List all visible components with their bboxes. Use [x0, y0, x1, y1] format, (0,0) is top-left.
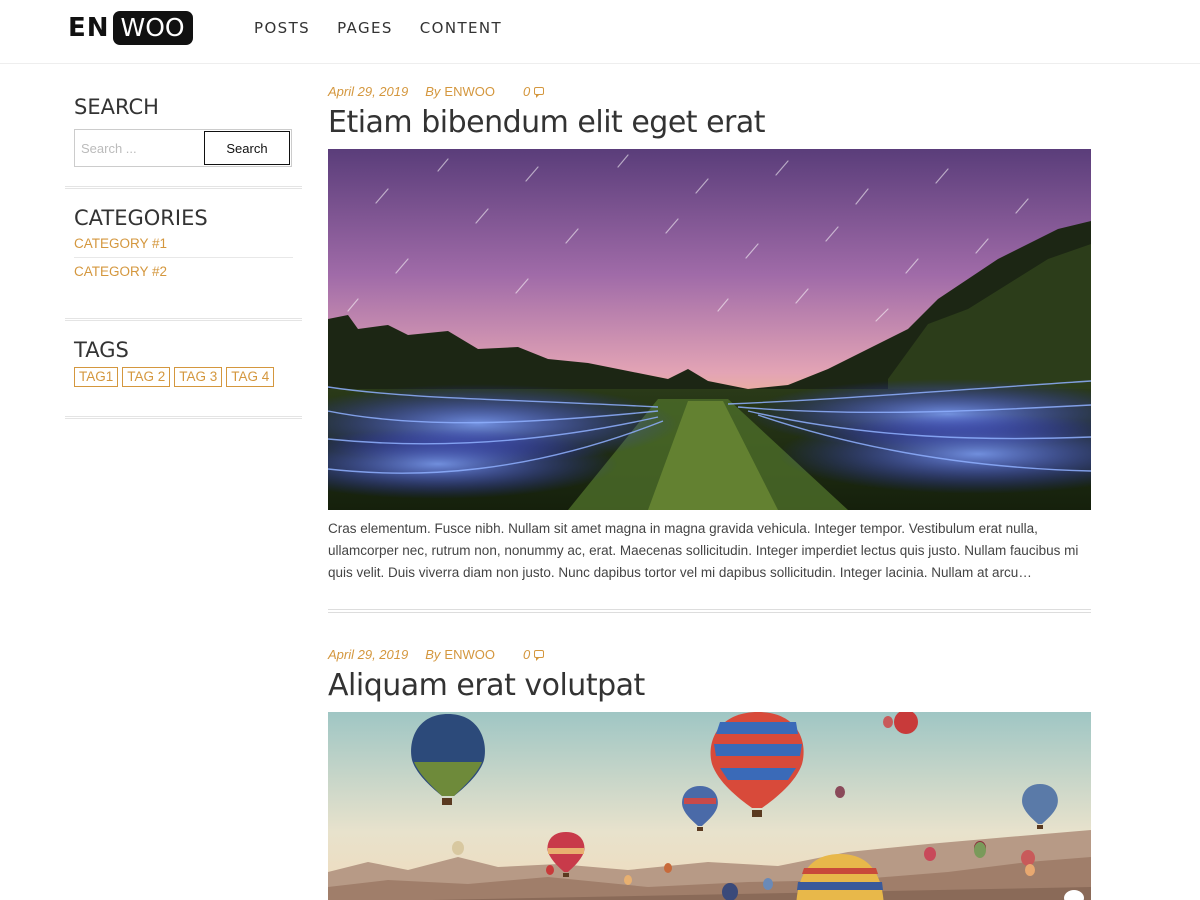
post-comments-link[interactable]: 0 — [522, 83, 545, 99]
hot-air-balloons-image — [328, 712, 1091, 900]
site-header: EN WOO POSTS PAGES CONTENT — [0, 0, 1200, 64]
tag-link[interactable]: TAG 4 — [226, 367, 275, 387]
post-title[interactable]: Aliquam erat volutpat — [328, 667, 1091, 705]
logo-text-woo: WOO — [112, 10, 193, 45]
post-featured-image[interactable] — [328, 712, 1091, 900]
categories-widget: CATEGORIES CATEGORY #1 CATEGORY #2 — [65, 189, 302, 321]
post-comments-link[interactable]: 0 — [522, 646, 545, 662]
category-link[interactable]: CATEGORY #2 — [74, 258, 293, 284]
nav-content[interactable]: CONTENT — [420, 19, 502, 37]
logo-text-en: EN — [68, 12, 110, 43]
search-widget: SEARCH Search — [65, 64, 302, 189]
tag-link[interactable]: TAG1 — [74, 367, 119, 387]
category-link[interactable]: CATEGORY #1 — [74, 232, 293, 258]
main-nav: POSTS PAGES CONTENT — [254, 19, 502, 37]
nav-pages[interactable]: PAGES — [337, 19, 393, 37]
tag-link[interactable]: TAG 3 — [174, 367, 223, 387]
post-featured-image[interactable] — [328, 149, 1091, 510]
post-by-label: By — [425, 646, 441, 662]
nav-posts[interactable]: POSTS — [254, 19, 310, 37]
tags-widget-title: TAGS — [74, 338, 129, 362]
search-input[interactable] — [75, 131, 203, 165]
post-excerpt: Cras elementum. Fusce nibh. Nullam sit a… — [328, 521, 1079, 580]
post-meta: April 29, 2019 By ENWOO 0 — [328, 82, 1091, 100]
tag-cloud: TAG1 TAG 2 TAG 3 TAG 4 — [74, 367, 293, 387]
site-logo[interactable]: EN WOO — [68, 10, 193, 45]
sidebar: SEARCH Search CATEGORIES CATEGORY #1 CAT… — [65, 64, 302, 419]
post-by-label: By — [425, 83, 441, 99]
search-widget-title: SEARCH — [74, 95, 159, 119]
search-form: Search — [74, 129, 292, 167]
post-divider — [328, 609, 1091, 613]
search-button[interactable]: Search — [204, 131, 290, 165]
post-card: April 29, 2019 By ENWOO 0 Etiam bibendum… — [328, 82, 1091, 584]
comment-count: 0 — [522, 646, 531, 662]
post-author[interactable]: ENWOO — [444, 647, 495, 662]
starry-field-image — [328, 149, 1091, 510]
tag-link[interactable]: TAG 2 — [122, 367, 171, 387]
post-date[interactable]: April 29, 2019 — [328, 647, 408, 662]
post-date[interactable]: April 29, 2019 — [328, 84, 408, 99]
comment-icon — [534, 87, 545, 98]
post-author[interactable]: ENWOO — [444, 84, 495, 99]
post-title[interactable]: Etiam bibendum elit eget erat — [328, 104, 1091, 142]
post-meta: April 29, 2019 By ENWOO 0 — [328, 645, 1091, 663]
categories-widget-title: CATEGORIES — [74, 206, 208, 230]
post-card: April 29, 2019 By ENWOO 0 Aliquam erat v… — [328, 645, 1091, 900]
comment-icon — [534, 650, 545, 661]
tags-widget: TAGS TAG1 TAG 2 TAG 3 TAG 4 — [65, 321, 302, 419]
comment-count: 0 — [522, 83, 531, 99]
